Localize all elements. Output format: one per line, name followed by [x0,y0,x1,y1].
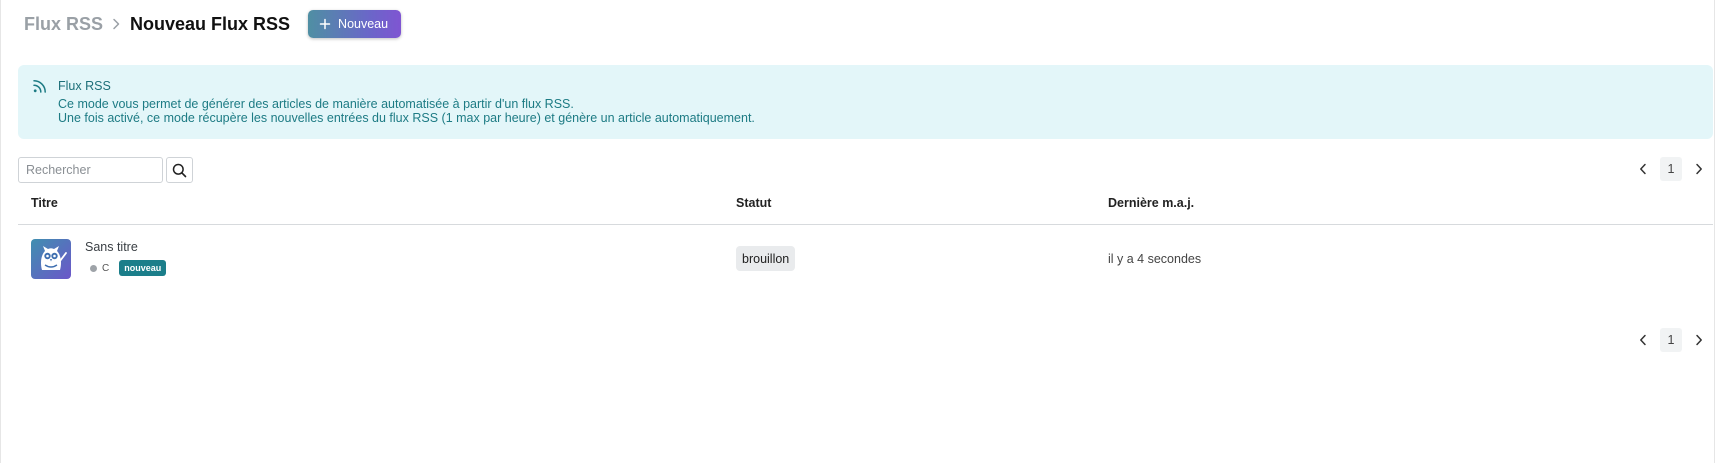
info-banner-line-2: Une fois activé, ce mode récupère les no… [58,111,755,125]
chevron-right-icon [1696,334,1702,346]
next-page-button[interactable] [1688,329,1710,351]
search-button[interactable] [166,157,193,183]
new-feed-button[interactable]: Nouveau [308,10,402,38]
current-page-indicator[interactable]: 1 [1660,328,1682,352]
new-feed-button-label: Nouveau [338,17,389,31]
table-header-divider [18,224,1713,225]
owl-avatar-icon [31,239,71,279]
info-banner-title: Flux RSS [58,79,111,93]
column-header-updated[interactable]: Dernière m.a.j. [1108,196,1194,210]
chevron-left-icon [1640,163,1646,175]
new-badge: nouveau [119,260,167,276]
column-header-status[interactable]: Statut [736,196,771,210]
pagination-top: 1 [1632,157,1710,181]
prev-page-button[interactable] [1632,158,1654,180]
column-header-title[interactable]: Titre [31,196,58,210]
info-banner: Flux RSS Ce mode vous permet de générer … [18,65,1713,139]
info-banner-line-1: Ce mode vous permet de générer des artic… [58,97,574,111]
right-divider [1714,0,1715,463]
current-page-indicator[interactable]: 1 [1660,157,1682,181]
table-row[interactable]: Sans titre C nouveau brouillon il y a 4 … [18,226,1713,292]
next-page-button[interactable] [1688,158,1710,180]
search-input[interactable] [18,157,163,183]
page-header: Flux RSS Nouveau Flux RSS Nouveau [24,10,402,38]
pagination-bottom: 1 [1632,328,1710,352]
rss-icon [32,78,48,99]
row-meta: C nouveau [90,260,167,276]
left-divider [0,0,1,463]
search-icon [172,163,187,178]
status-badge: brouillon [736,246,796,271]
status-dot-icon [90,264,97,272]
row-title-link[interactable]: Sans titre [85,240,138,254]
page-title: Nouveau Flux RSS [130,13,291,34]
chevron-right-icon [112,18,121,30]
row-updated-time: il y a 4 secondes [1108,252,1202,266]
breadcrumb-root-link[interactable]: Flux RSS [24,14,103,35]
chevron-left-icon [1640,334,1646,346]
chevron-right-icon [1696,163,1702,175]
plus-icon [319,18,331,30]
row-meta-letter: C [102,262,110,274]
prev-page-button[interactable] [1632,329,1654,351]
